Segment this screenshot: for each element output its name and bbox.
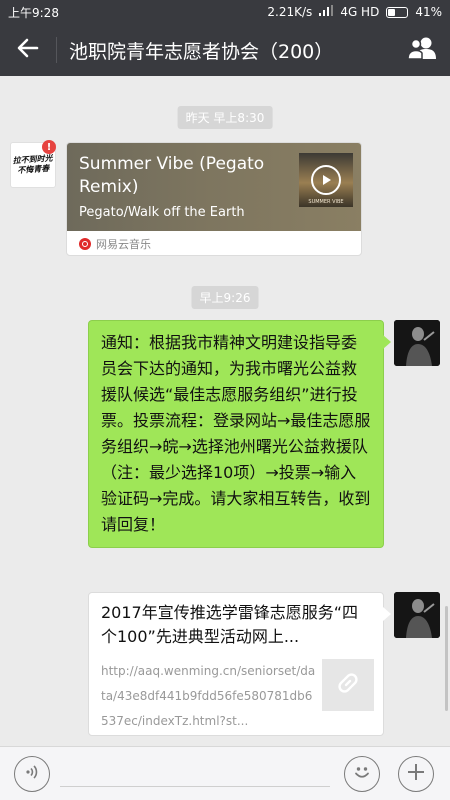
voice-button[interactable] (14, 756, 50, 792)
link-thumbnail (322, 659, 374, 711)
back-arrow-icon (17, 38, 39, 62)
music-source: 网易云音乐 (67, 231, 361, 255)
link-share-card[interactable]: 2017年宣传推选学雷锋志愿服务“四个100”先进典型活动网上... http:… (88, 592, 391, 736)
more-button[interactable] (398, 756, 434, 792)
chat-title: 池职院青年志愿者协会（200） (69, 40, 334, 63)
link-url: http://aaq.wenming.cn/seniorset/data/43e… (101, 664, 316, 728)
message-input-bar (0, 746, 450, 800)
album-cover-text: SUMMER VIBE (308, 199, 344, 205)
music-artist: Pegato/Walk off the Earth (79, 205, 245, 220)
status-bar: 上午9:28 2.21K/s 4G HD 41% (0, 0, 450, 24)
music-source-label: 网易云音乐 (96, 238, 151, 251)
avatar-text: 拉不到时光 不悔青春 (12, 153, 53, 176)
network-type: 4G HD (340, 5, 380, 19)
network-speed: 2.21K/s (267, 5, 313, 19)
music-title: Summer Vibe (Pegato Remix) (79, 154, 265, 197)
emoji-icon (351, 761, 373, 787)
music-share-card[interactable]: Summer Vibe (Pegato Remix) Pegato/Walk o… (66, 142, 362, 256)
link-title: 2017年宣传推选学雷锋志愿服务“四个100”先进典型活动网上... (101, 603, 359, 646)
self-avatar[interactable] (394, 592, 440, 638)
person-photo-icon (394, 320, 440, 366)
group-members-icon (407, 36, 437, 64)
chat-header: 池职院青年志愿者协会（200） (0, 24, 450, 76)
scrollbar[interactable] (445, 606, 448, 711)
chat-message-list[interactable]: 昨天 早上8:30 拉不到时光 不悔青春 ! Summer Vibe (Pega… (0, 76, 450, 746)
group-info-button[interactable] (394, 24, 450, 76)
signal-icon (319, 5, 334, 19)
voice-icon (23, 763, 41, 785)
self-avatar[interactable] (394, 320, 440, 366)
person-photo-icon (394, 592, 440, 638)
netease-music-icon (79, 238, 91, 250)
battery-percent: 41% (415, 5, 442, 19)
sent-text-message[interactable]: 通知：根据我市精神文明建设指导委员会下达的通知，为我市曙光公益救援队候选“最佳志… (88, 320, 391, 548)
back-button[interactable] (0, 24, 56, 76)
message-input[interactable] (60, 761, 330, 787)
play-button[interactable] (311, 165, 341, 195)
message-timestamp: 早上9:26 (191, 286, 259, 309)
link-icon (334, 669, 362, 701)
status-indicators: 2.21K/s 4G HD 41% (267, 5, 442, 19)
play-icon (320, 171, 332, 190)
battery-icon (386, 6, 409, 18)
plus-icon (406, 762, 426, 786)
music-card-body: Summer Vibe (Pegato Remix) Pegato/Walk o… (67, 143, 361, 231)
emoji-button[interactable] (344, 756, 380, 792)
album-cover: SUMMER VIBE (299, 153, 353, 207)
notification-badge: ! (42, 140, 56, 154)
message-timestamp: 昨天 早上8:30 (177, 106, 273, 129)
status-time: 上午9:28 (8, 5, 59, 20)
